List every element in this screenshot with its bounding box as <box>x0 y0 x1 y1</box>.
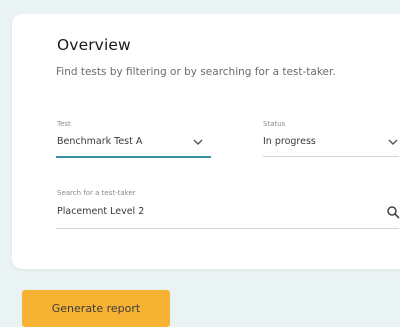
overview-title: Overview <box>57 36 131 54</box>
chevron-down-icon <box>193 139 203 145</box>
test-select-value: Benchmark Test A <box>57 136 143 147</box>
search-icon[interactable] <box>386 205 400 219</box>
test-select-label: Test <box>57 120 71 128</box>
search-field-label: Search for a test-taker <box>57 189 136 197</box>
overview-subtitle: Find tests by filtering or by searching … <box>56 66 336 78</box>
generate-report-button[interactable]: Generate report <box>22 290 170 327</box>
overview-card: Overview Find tests by filtering or by s… <box>12 14 400 269</box>
chevron-down-icon <box>388 139 398 145</box>
test-select-underline <box>56 156 211 158</box>
status-select-underline <box>263 156 399 157</box>
status-select-label: Status <box>263 120 286 128</box>
search-field-underline <box>56 228 399 229</box>
status-select-value: In progress <box>263 136 316 147</box>
search-input[interactable]: Placement Level 2 <box>57 206 144 217</box>
